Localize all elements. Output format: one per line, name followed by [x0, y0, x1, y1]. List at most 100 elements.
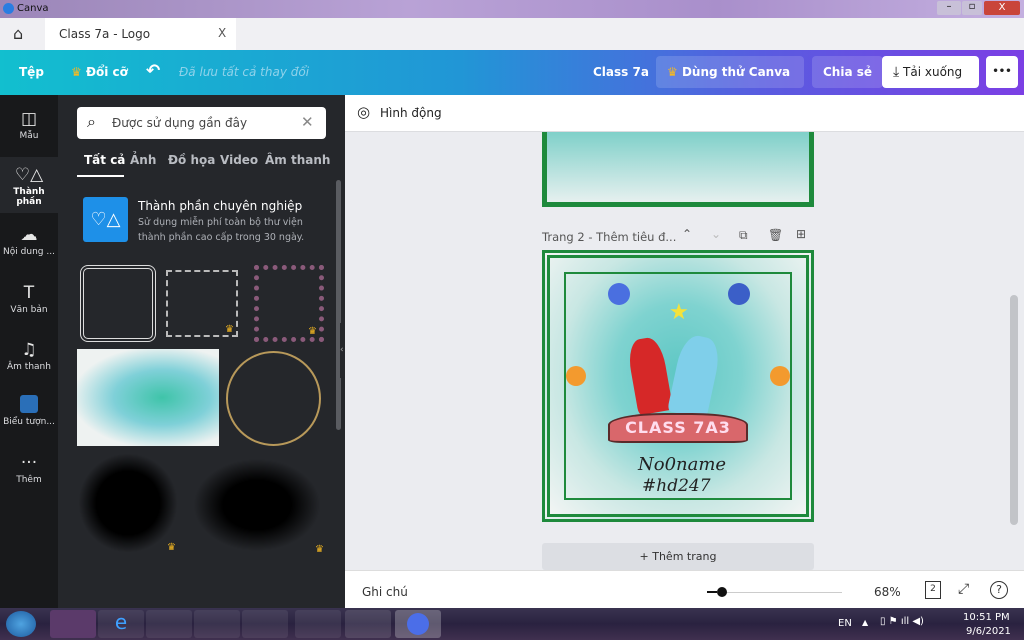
promo-title[interactable]: Thành phần chuyên nghiệp: [138, 199, 302, 213]
logo-icon: [0, 395, 58, 417]
move-down-icon[interactable]: ⌄: [711, 227, 721, 241]
tray-icons[interactable]: ▯ ⚑ ıll ◀): [880, 616, 924, 627]
undo-icon[interactable]: ↶: [146, 61, 160, 81]
taskbar-media[interactable]: [194, 610, 240, 638]
rail-label: Thành phần: [13, 187, 45, 207]
notes-button[interactable]: Ghi chú: [362, 585, 408, 599]
show-hidden-icons[interactable]: ▲: [862, 618, 868, 627]
maximize-button[interactable]: ▫: [962, 1, 982, 15]
canvas-scrollbar[interactable]: [1010, 295, 1018, 525]
taskbar-paint[interactable]: [345, 610, 391, 638]
rail-label: Mẫu: [19, 131, 39, 141]
add-page-button[interactable]: + Thêm trang: [542, 543, 814, 570]
language-indicator[interactable]: EN: [838, 618, 852, 629]
page-2-title[interactable]: Trang 2 - Thêm tiêu đ...: [542, 230, 676, 244]
element-watercolor[interactable]: [77, 349, 219, 446]
start-button[interactable]: [6, 611, 36, 637]
rail-item-audio[interactable]: ♫ Âm thanh: [0, 332, 58, 388]
clear-search-icon[interactable]: ✕: [301, 113, 314, 131]
template-icon: ◫: [20, 109, 38, 129]
share-button[interactable]: Chia sẻ: [812, 56, 884, 88]
design-name[interactable]: Class 7a: [582, 56, 660, 88]
element-flower-frame[interactable]: ♛: [254, 265, 324, 342]
delete-page-icon[interactable]: 🗑: [768, 228, 783, 242]
rail-item-templates[interactable]: ◫ Mẫu: [0, 101, 58, 157]
element-eagle-silhouette[interactable]: ♛: [188, 455, 326, 555]
panel-scrollbar[interactable]: [336, 180, 341, 430]
taskbar-explorer[interactable]: [146, 610, 192, 638]
move-up-icon[interactable]: ⌃: [682, 227, 692, 241]
rail-item-logos[interactable]: Biểu tượn...: [0, 387, 58, 443]
search-input[interactable]: ⌕ Được sử dụng gần đây ✕: [77, 107, 326, 139]
element-floral-frame[interactable]: ♛: [166, 270, 238, 337]
side-rail: ◫ Mẫu ♡△ Thành phần ☁ Nội dung ... T Văn bản…: [0, 95, 58, 608]
rail-label: Nội dung ...: [3, 247, 55, 257]
taskbar-ie[interactable]: e: [98, 610, 144, 638]
element-ornate-frame[interactable]: [80, 265, 156, 342]
clock-time[interactable]: 10:51 PM: [963, 612, 1010, 623]
zoom-slider-thumb[interactable]: [717, 587, 727, 597]
taskbar-canva[interactable]: [395, 610, 441, 638]
home-icon[interactable]: ⌂: [13, 24, 23, 43]
zoom-slider-track[interactable]: [722, 592, 842, 593]
help-button[interactable]: ?: [990, 581, 1008, 599]
tab-photos[interactable]: Ảnh: [130, 153, 156, 167]
duplicate-page-icon[interactable]: ⧉: [739, 228, 748, 243]
rail-label: Âm thanh: [7, 362, 51, 372]
zoom-minus: [707, 591, 717, 593]
more-options-button[interactable]: •••: [986, 56, 1018, 88]
rail-item-more[interactable]: ··· Thêm: [0, 445, 58, 501]
tab-audio[interactable]: Âm thanh: [265, 153, 330, 167]
figure-head-orange: [566, 366, 586, 386]
download-icon: ⤓: [893, 64, 900, 80]
bottom-bar: Ghi chú 68% 2 ⤢ ?: [345, 570, 1024, 608]
tab-bar: ⌂ Class 7a - Logo X: [0, 18, 1024, 50]
elements-panel: ⌕ Được sử dụng gần đây ✕ Tất cả Ảnh Đồ h…: [58, 95, 345, 608]
file-menu-button[interactable]: Tệp: [8, 56, 55, 88]
figure-head-blue: [608, 283, 630, 305]
rail-item-elements[interactable]: ♡△ Thành phần: [0, 157, 58, 213]
taskbar-app[interactable]: [295, 610, 341, 638]
page-1-preview[interactable]: [542, 132, 814, 207]
add-page-icon[interactable]: ⊞: [796, 227, 806, 241]
zoom-level[interactable]: 68%: [874, 585, 901, 599]
rail-label: Thêm: [16, 475, 42, 485]
page-count-button[interactable]: 2: [925, 581, 941, 599]
page-2-design[interactable]: ★ CLASS 7A3 No0name #hd247: [542, 250, 814, 522]
more-dots-icon: ···: [20, 453, 38, 473]
window-title: Canva: [17, 3, 49, 14]
rail-item-text[interactable]: T Văn bản: [0, 275, 58, 331]
search-icon: ⌕: [87, 112, 96, 131]
element-gold-wreath[interactable]: [226, 351, 321, 446]
save-status: Đã lưu tất cả thay đổi: [179, 65, 310, 79]
figure-head-orange: [770, 366, 790, 386]
fullscreen-icon[interactable]: ⤢: [958, 581, 969, 597]
canvas-area: ◎ Hình động Trang 2 - Thêm tiêu đ... ⌃ ⌄…: [345, 95, 1024, 570]
tab-video[interactable]: Video: [220, 153, 258, 167]
try-pro-button[interactable]: ♛ Dùng thử Canva Pro: [656, 56, 804, 111]
figure-head-blue: [728, 283, 750, 305]
tab-close-icon[interactable]: X: [218, 26, 226, 40]
clock-date[interactable]: 9/6/2021: [966, 626, 1011, 637]
rail-item-uploads[interactable]: ☁ Nội dung ...: [0, 217, 58, 273]
element-phoenix-silhouette[interactable]: ♛: [78, 453, 178, 553]
animate-icon[interactable]: ◎: [357, 103, 370, 121]
close-window-button[interactable]: X: [984, 1, 1020, 15]
class-banner: CLASS 7A3: [608, 413, 748, 443]
tab-graphics[interactable]: Đồ họa: [168, 153, 215, 167]
taskbar-winrar[interactable]: [50, 610, 96, 638]
minimize-button[interactable]: –: [937, 1, 961, 15]
promo-desc: Sử dụng miễn phí toàn bộ thư viện: [138, 217, 303, 228]
canvas-header: ◎ Hình động: [345, 95, 1024, 132]
taskbar-app[interactable]: [242, 610, 288, 638]
pro-elements-icon[interactable]: ♡△: [83, 197, 128, 242]
download-button[interactable]: ⤓ Tải xuống: [882, 56, 979, 88]
animate-button[interactable]: Hình động: [380, 106, 442, 120]
document-tab[interactable]: Class 7a - Logo X: [45, 18, 236, 50]
promo-desc: thành phần cao cấp trong 30 ngày.: [138, 232, 305, 243]
crown-icon: ♛: [71, 65, 82, 79]
download-label: Tải xuống: [903, 65, 963, 79]
text-icon: T: [23, 283, 35, 303]
resize-button[interactable]: ♛ Đổi cỡ: [60, 56, 139, 88]
tab-all[interactable]: Tất cả: [84, 153, 125, 167]
